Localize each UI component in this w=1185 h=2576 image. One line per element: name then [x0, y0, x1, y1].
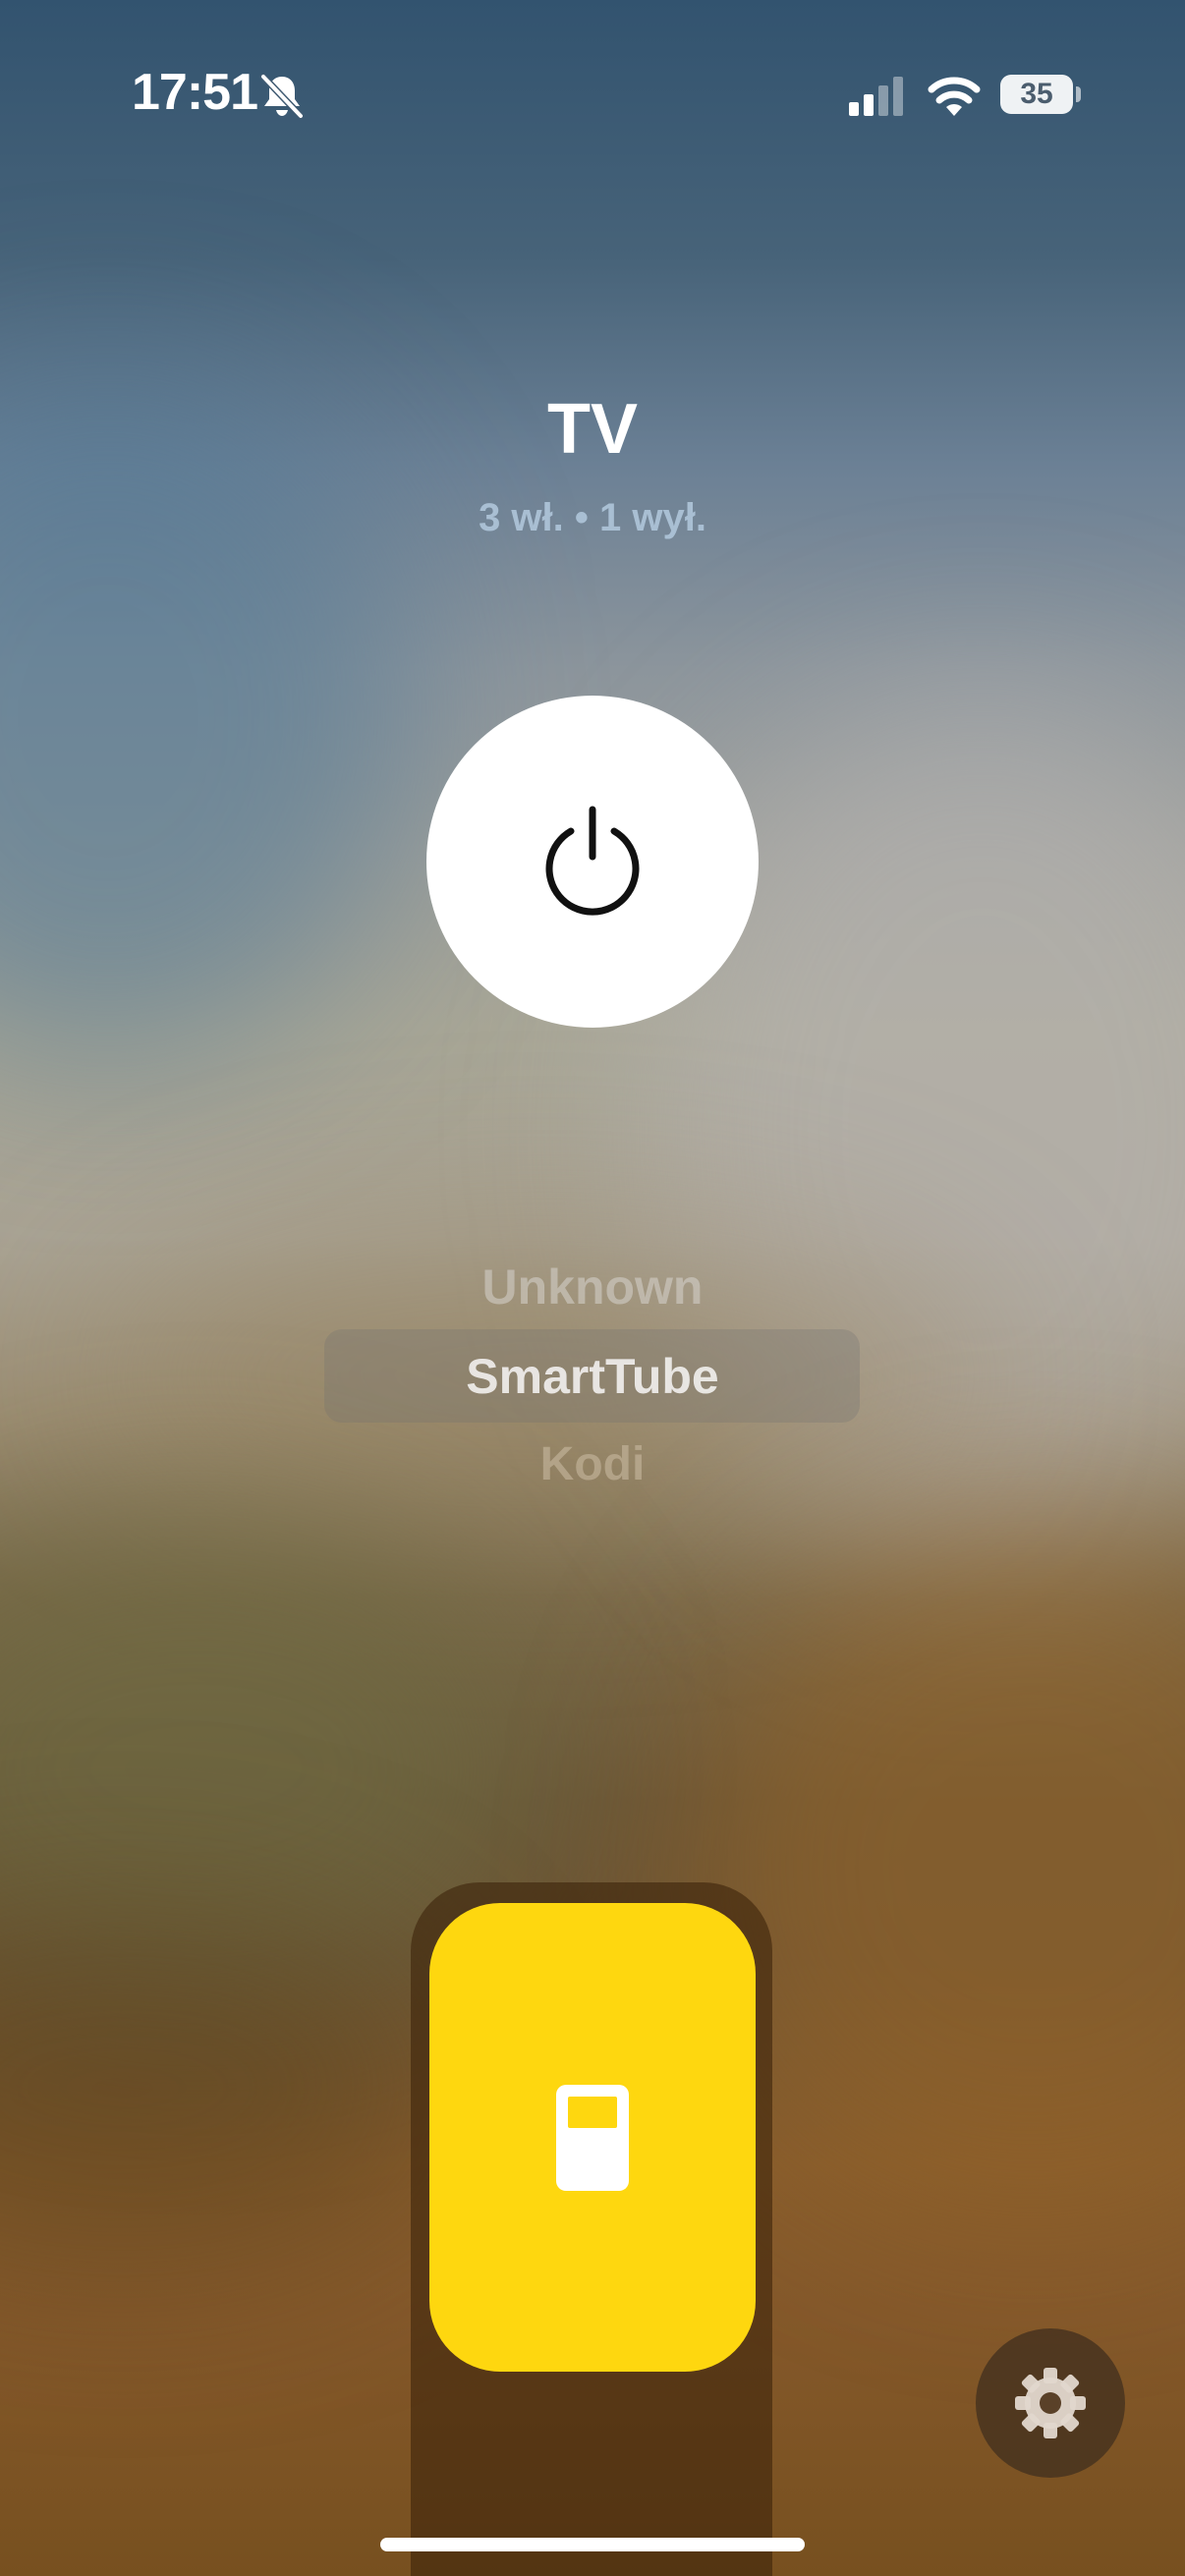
gear-icon: [1015, 2368, 1086, 2438]
bell-slash-icon: [259, 73, 305, 120]
picker-item-smarttube[interactable]: SmartTube: [0, 1348, 1185, 1405]
remote-icon: [556, 2084, 629, 2191]
settings-button[interactable]: [976, 2328, 1125, 2478]
device-status-summary: 3 wł. • 1 wył.: [479, 496, 706, 539]
battery-level: 35: [1020, 78, 1053, 110]
battery-cap: [1076, 86, 1081, 102]
signal-icon: [849, 77, 903, 116]
wifi-icon: [928, 77, 981, 116]
battery-indicator: 35: [1000, 75, 1073, 114]
power-button[interactable]: [426, 696, 759, 1028]
page-title: TV: [546, 390, 638, 469]
power-icon: [545, 806, 640, 916]
home-indicator[interactable]: [380, 2538, 805, 2551]
picker-item-kodi[interactable]: Kodi: [0, 1437, 1185, 1491]
status-time: 17:51: [132, 64, 258, 121]
device-card[interactable]: [429, 1903, 756, 2372]
picker-item-unknown[interactable]: Unknown: [0, 1259, 1185, 1316]
